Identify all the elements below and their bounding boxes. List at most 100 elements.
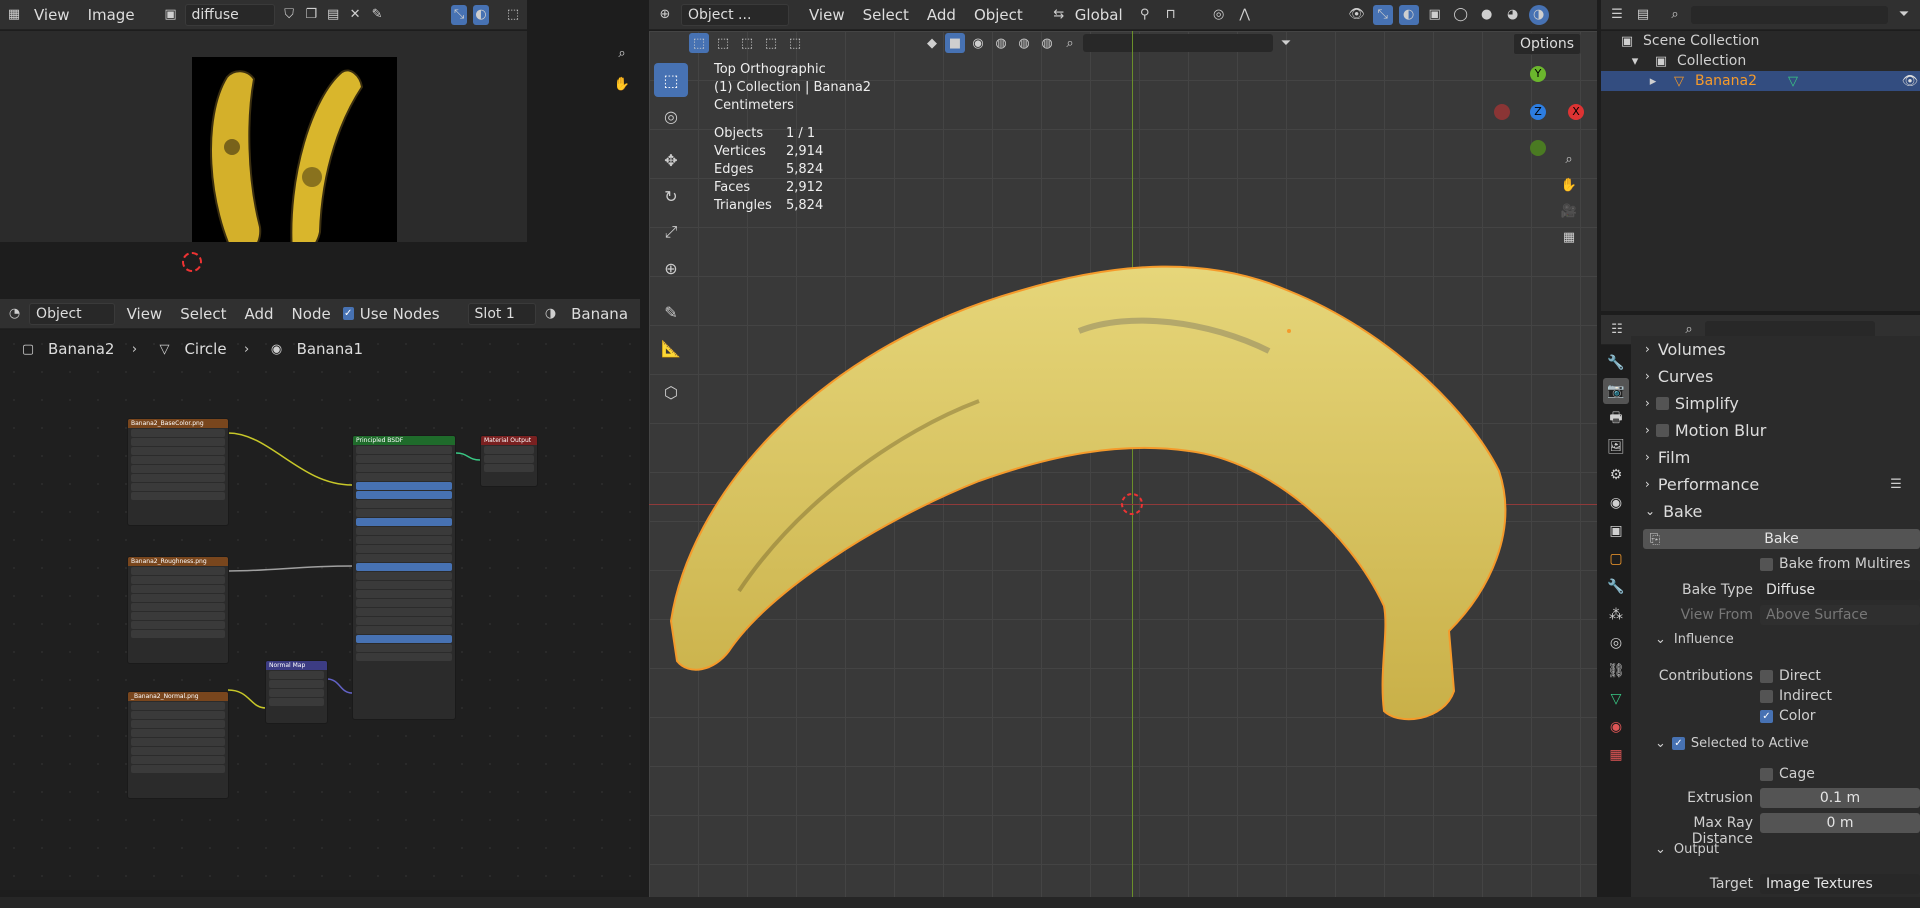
node-normal-map[interactable]: Normal Map: [265, 660, 328, 724]
selected-to-active-subpanel[interactable]: ⌄ ✓ Selected to Active: [1655, 736, 1809, 751]
camera-view-icon[interactable]: 🎥: [1559, 201, 1579, 221]
shading-wireframe-icon[interactable]: ◯: [1451, 5, 1471, 25]
section-motion-blur[interactable]: › Motion Blur: [1631, 417, 1920, 443]
render-tab-icon[interactable]: 📷: [1603, 378, 1629, 404]
color-row[interactable]: ✓ Color: [1760, 708, 1816, 724]
gizmo-toggle-icon[interactable]: ⤡: [1372, 4, 1393, 25]
bake-type-dropdown[interactable]: Diffuse: [1760, 580, 1920, 600]
section-simplify[interactable]: › Simplify: [1631, 390, 1920, 416]
xray-icon[interactable]: ▣: [1425, 5, 1445, 25]
banana-mesh[interactable]: [649, 31, 1597, 897]
gizmo-z[interactable]: Z: [1530, 104, 1546, 120]
particles-tab-icon[interactable]: ⁂: [1603, 602, 1629, 628]
gizmo-y[interactable]: Y: [1530, 66, 1546, 82]
chevron-right-icon[interactable]: ▸: [1643, 71, 1663, 91]
node-menu-view[interactable]: View: [121, 303, 169, 325]
section-volumes[interactable]: › Volumes: [1631, 336, 1920, 362]
view-type-icon[interactable]: ⬚: [505, 5, 521, 25]
properties-type-icon[interactable]: ☷: [1607, 320, 1627, 340]
target-dropdown[interactable]: Image Textures: [1760, 874, 1920, 894]
image-pan-hand-icon[interactable]: ✋: [612, 74, 632, 94]
menu-image[interactable]: Image: [82, 4, 141, 26]
vp-menu-object[interactable]: Object: [968, 4, 1029, 26]
section-performance[interactable]: › Performance ☰: [1631, 471, 1920, 497]
viewport-editor-icon[interactable]: ⊕: [655, 5, 675, 25]
node-material-output[interactable]: Material Output: [480, 435, 538, 487]
open-image-icon[interactable]: ▤: [325, 5, 341, 25]
proportional-edit-icon[interactable]: ◎: [1209, 5, 1229, 25]
view-layer-tab-icon[interactable]: 🖼: [1603, 434, 1629, 460]
section-bake[interactable]: ⌄ Bake: [1631, 498, 1920, 524]
influence-subpanel[interactable]: ⌄ Influence: [1655, 632, 1734, 647]
ortho-toggle-icon[interactable]: ▦: [1559, 227, 1579, 247]
node-base-color[interactable]: Banana2_BaseColor.png: [127, 418, 229, 526]
pan-view-icon[interactable]: ✋: [1559, 175, 1579, 195]
direct-checkbox[interactable]: [1760, 669, 1773, 683]
indirect-checkbox[interactable]: [1760, 689, 1773, 703]
material-browse-icon[interactable]: ◑: [542, 304, 559, 324]
bake-from-multires-row[interactable]: Bake from Multires: [1760, 556, 1910, 572]
overlays-toggle-icon[interactable]: ◐: [1398, 4, 1419, 25]
pin-icon[interactable]: ✎: [369, 5, 385, 25]
image-browse-icon[interactable]: ▣: [163, 5, 179, 25]
shading-rendered-icon[interactable]: ◑: [1528, 4, 1549, 25]
use-nodes-checkbox[interactable]: ✓: [342, 307, 354, 320]
collection-row[interactable]: ▾ ▣ Collection: [1625, 51, 1920, 71]
cage-row[interactable]: Cage: [1760, 766, 1815, 782]
navigation-gizmo[interactable]: Y Z X: [1494, 66, 1584, 156]
eye-icon[interactable]: 👁: [1900, 71, 1920, 91]
node-menu-select[interactable]: Select: [174, 303, 232, 325]
bake-from-multires-checkbox[interactable]: [1760, 557, 1773, 571]
bake-button[interactable]: ⎘ Bake: [1643, 529, 1920, 549]
color-checkbox[interactable]: ✓: [1760, 709, 1773, 723]
scene-collection-row[interactable]: ▣ Scene Collection: [1617, 31, 1760, 51]
section-film[interactable]: › Film: [1631, 444, 1920, 470]
world-tab-icon[interactable]: ◉: [1603, 490, 1629, 516]
unlink-icon[interactable]: ✕: [347, 5, 363, 25]
zoom-view-icon[interactable]: ⌕: [1559, 149, 1579, 169]
extrusion-field[interactable]: 0.1 m: [1760, 788, 1920, 808]
collection-tab-icon[interactable]: ▣: [1603, 518, 1629, 544]
interaction-mode-dropdown[interactable]: Object ...: [681, 3, 789, 26]
modifier-tab-icon[interactable]: 🔧: [1603, 574, 1629, 600]
node-menu-add[interactable]: Add: [239, 303, 280, 325]
texture-tab-icon[interactable]: ▦: [1603, 742, 1629, 768]
transform-orientation-icon[interactable]: ⇆: [1049, 5, 1069, 25]
motion-blur-checkbox[interactable]: [1655, 423, 1669, 437]
image-editor-canvas[interactable]: ⌕ ⌕: [0, 31, 527, 242]
pivot-icon[interactable]: ⚲: [1135, 5, 1155, 25]
indirect-row[interactable]: Indirect: [1760, 688, 1832, 704]
outliner-search-input[interactable]: [1691, 5, 1888, 24]
overlay-icon[interactable]: ◐: [473, 4, 489, 25]
fake-user-icon[interactable]: ⛉: [281, 5, 297, 25]
chevron-down-icon[interactable]: ▾: [1625, 51, 1645, 71]
menu-view[interactable]: View: [28, 4, 76, 26]
visibility-icon[interactable]: 👁: [1347, 5, 1367, 25]
outliner-type-icon[interactable]: ☰: [1607, 5, 1627, 25]
simplify-checkbox[interactable]: [1655, 396, 1669, 410]
object-row-selected[interactable]: ▸ ▽ Banana2 ▽ 👁: [1601, 71, 1920, 91]
object-tab-icon[interactable]: ▢: [1603, 546, 1629, 572]
section-curves[interactable]: › Curves: [1631, 363, 1920, 389]
node-principled-bsdf[interactable]: Principled BSDF: [352, 435, 456, 720]
editor-type-icon[interactable]: ▦: [6, 5, 22, 25]
material-name[interactable]: Banana: [565, 303, 634, 325]
vp-menu-select[interactable]: Select: [857, 4, 915, 26]
snap-icon[interactable]: ⤡: [451, 4, 468, 25]
node-roughness[interactable]: Banana2_Roughness.png: [127, 556, 229, 664]
list-icon[interactable]: ☰: [1886, 474, 1906, 494]
data-tab-icon[interactable]: ▽: [1603, 686, 1629, 712]
direct-row[interactable]: Direct: [1760, 668, 1821, 684]
shading-solid-icon[interactable]: ●: [1477, 5, 1497, 25]
node-normal-texture[interactable]: _Banana2_Normal.png: [127, 691, 229, 799]
display-mode-icon[interactable]: ▤: [1633, 5, 1653, 25]
vp-menu-add[interactable]: Add: [921, 4, 962, 26]
shading-material-icon[interactable]: ◕: [1503, 5, 1523, 25]
cage-checkbox[interactable]: [1760, 767, 1773, 781]
material-tab-icon[interactable]: ◉: [1603, 714, 1629, 740]
outliner-filter-icon[interactable]: ⏷: [1894, 5, 1914, 25]
image-name-field[interactable]: diffuse: [184, 3, 276, 26]
max-ray-distance-field[interactable]: 0 m: [1760, 813, 1920, 833]
tool-tab-icon[interactable]: 🔧: [1603, 350, 1629, 376]
slot-dropdown[interactable]: Slot 1: [467, 302, 537, 325]
